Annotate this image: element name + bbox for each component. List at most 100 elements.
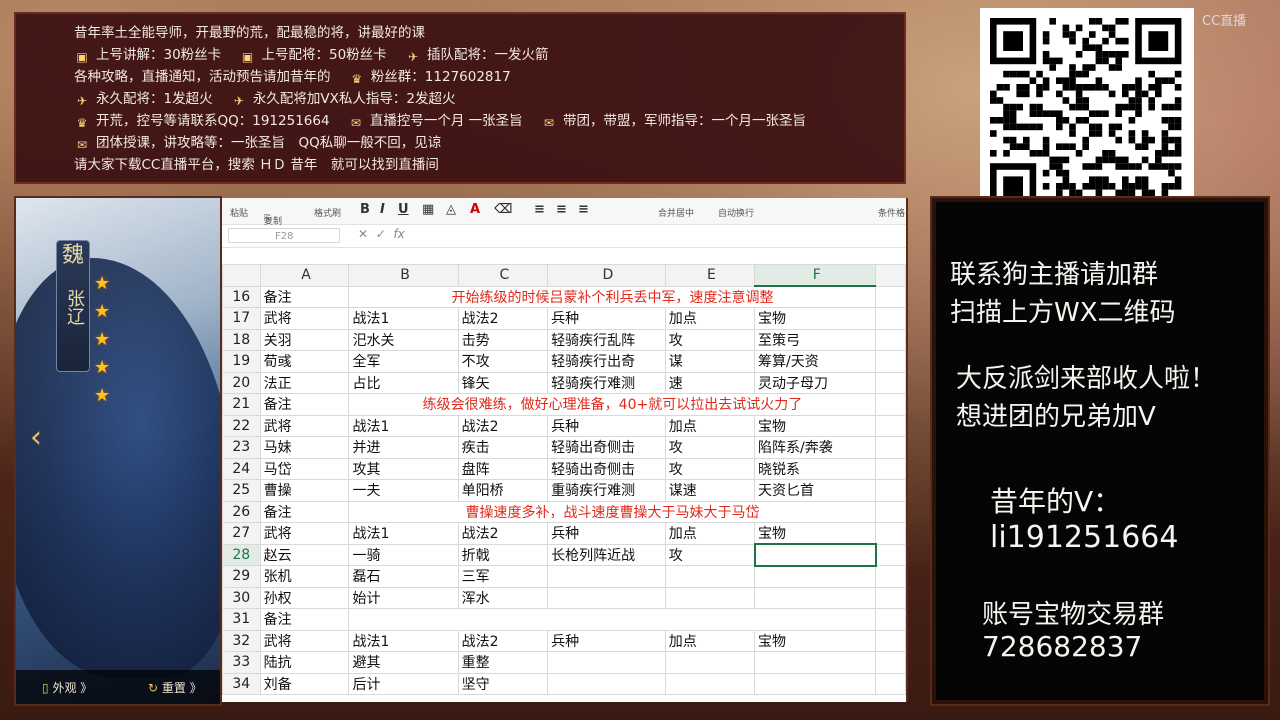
cell[interactable]: 兵种	[547, 629, 666, 652]
cell[interactable]: 兵种	[547, 414, 666, 437]
wrap-text-button[interactable]: 自动换行	[718, 206, 754, 219]
cell[interactable]: 兵种	[547, 307, 666, 330]
row-header[interactable]: 32	[222, 629, 261, 652]
column-header[interactable]: A	[259, 264, 350, 287]
cell[interactable]: 谋	[664, 350, 756, 373]
cell[interactable]	[875, 350, 906, 373]
cell[interactable]	[664, 651, 756, 674]
cell[interactable]: 加点	[664, 414, 756, 437]
cell[interactable]: 宝物	[753, 629, 877, 652]
cell[interactable]: 一夫	[348, 479, 459, 502]
cell[interactable]	[875, 651, 906, 674]
cell[interactable]: 不攻	[457, 350, 549, 373]
font-color-icon[interactable]: A	[470, 202, 480, 217]
cell[interactable]: 备注	[259, 285, 350, 308]
cell[interactable]: 锋矢	[457, 371, 549, 394]
cell[interactable]	[875, 522, 906, 545]
cell[interactable]: 攻	[664, 436, 756, 459]
clear-format-icon[interactable]: ⌫	[494, 202, 512, 217]
cell[interactable]: 占比	[348, 371, 459, 394]
cell[interactable]: 战法1	[348, 414, 459, 437]
cell[interactable]	[753, 543, 877, 567]
column-header[interactable]: D	[547, 264, 666, 287]
cell[interactable]: 攻	[664, 543, 756, 566]
cell[interactable]: 谋速	[664, 479, 756, 502]
row-header[interactable]: 25	[222, 479, 261, 502]
merge-center-button[interactable]: 合并居中	[658, 206, 694, 219]
cell[interactable]	[875, 565, 906, 588]
row-header[interactable]: 20	[222, 371, 261, 394]
cell[interactable]	[753, 586, 877, 609]
cell[interactable]	[664, 586, 756, 609]
cell[interactable]: 备注	[259, 393, 350, 416]
cell[interactable]	[875, 672, 906, 695]
cell[interactable]: 至策弓	[753, 328, 877, 351]
cell[interactable]: 宝物	[753, 307, 877, 330]
cell[interactable]	[875, 500, 906, 523]
bold-button[interactable]: B	[360, 202, 370, 217]
cell[interactable]: 并进	[348, 436, 459, 459]
underline-button[interactable]: U	[398, 202, 409, 217]
cell[interactable]	[875, 457, 906, 480]
note-cell[interactable]: 开始练级的时候吕蒙补个利兵丢中军，速度注意调整	[348, 285, 877, 308]
cell[interactable]: 马岱	[259, 457, 350, 480]
cell[interactable]: 张机	[259, 565, 350, 588]
cell[interactable]	[753, 651, 877, 674]
cell[interactable]: 武将	[259, 307, 350, 330]
cell[interactable]: 单阳桥	[457, 479, 549, 502]
name-box[interactable]: F28	[228, 228, 340, 243]
align-right-icon[interactable]: ≡	[578, 202, 589, 217]
paste-button[interactable]: 粘贴	[230, 206, 248, 219]
cell[interactable]	[547, 565, 666, 588]
cell[interactable]: 备注	[259, 500, 350, 523]
reset-button[interactable]: ↻ 重置 》	[148, 679, 202, 696]
cell[interactable]	[875, 543, 906, 566]
cell[interactable]	[753, 672, 877, 695]
row-header[interactable]: 29	[222, 565, 261, 588]
cell[interactable]: 荀彧	[259, 350, 350, 373]
conditional-format-button[interactable]: 条件格	[878, 206, 905, 219]
row-header[interactable]: 26	[222, 500, 261, 523]
cell[interactable]	[875, 328, 906, 351]
cell[interactable]: 战法1	[348, 629, 459, 652]
row-header[interactable]: 22	[222, 414, 261, 437]
cell[interactable]	[664, 565, 756, 588]
column-header[interactable]: B	[348, 264, 459, 287]
cell[interactable]	[875, 371, 906, 394]
row-header[interactable]: 16	[222, 285, 261, 308]
cell[interactable]: 武将	[259, 414, 350, 437]
cell[interactable]	[875, 479, 906, 502]
cell[interactable]: 武将	[259, 522, 350, 545]
row-header[interactable]: 23	[222, 436, 261, 459]
cell[interactable]: 宝物	[753, 522, 877, 545]
cell[interactable]	[753, 565, 877, 588]
note-cell[interactable]: 练级会很难练，做好心理准备，40+就可以拉出去试试火力了	[348, 393, 877, 416]
row-header[interactable]: 28	[222, 543, 261, 566]
cell[interactable]: 三军	[457, 565, 549, 588]
row-header[interactable]: 30	[222, 586, 261, 609]
cell[interactable]: 加点	[664, 629, 756, 652]
column-header[interactable]	[875, 264, 906, 287]
cell[interactable]: 孙权	[259, 586, 350, 609]
cell[interactable]: 刘备	[259, 672, 350, 695]
cell[interactable]: 马妹	[259, 436, 350, 459]
cell[interactable]: 陷阵系/奔袭	[753, 436, 877, 459]
cell[interactable]: 武将	[259, 629, 350, 652]
align-left-icon[interactable]: ≡	[534, 202, 545, 217]
cell[interactable]	[875, 608, 906, 631]
cell[interactable]	[547, 672, 666, 695]
align-center-icon[interactable]: ≡	[556, 202, 567, 217]
cell[interactable]: 备注	[259, 608, 350, 631]
cell[interactable]	[875, 393, 906, 416]
note-cell[interactable]	[348, 608, 877, 631]
cell[interactable]: 赵云	[259, 543, 350, 566]
cell[interactable]	[875, 436, 906, 459]
cell[interactable]	[547, 586, 666, 609]
cell[interactable]: 筹算/天资	[753, 350, 877, 373]
cell[interactable]: 磊石	[348, 565, 459, 588]
cell[interactable]: 战法2	[457, 522, 549, 545]
cell[interactable]: 后计	[348, 672, 459, 695]
cell[interactable]: 灵动子母刀	[753, 371, 877, 394]
row-header[interactable]: 33	[222, 651, 261, 674]
cell[interactable]: 晓锐系	[753, 457, 877, 480]
